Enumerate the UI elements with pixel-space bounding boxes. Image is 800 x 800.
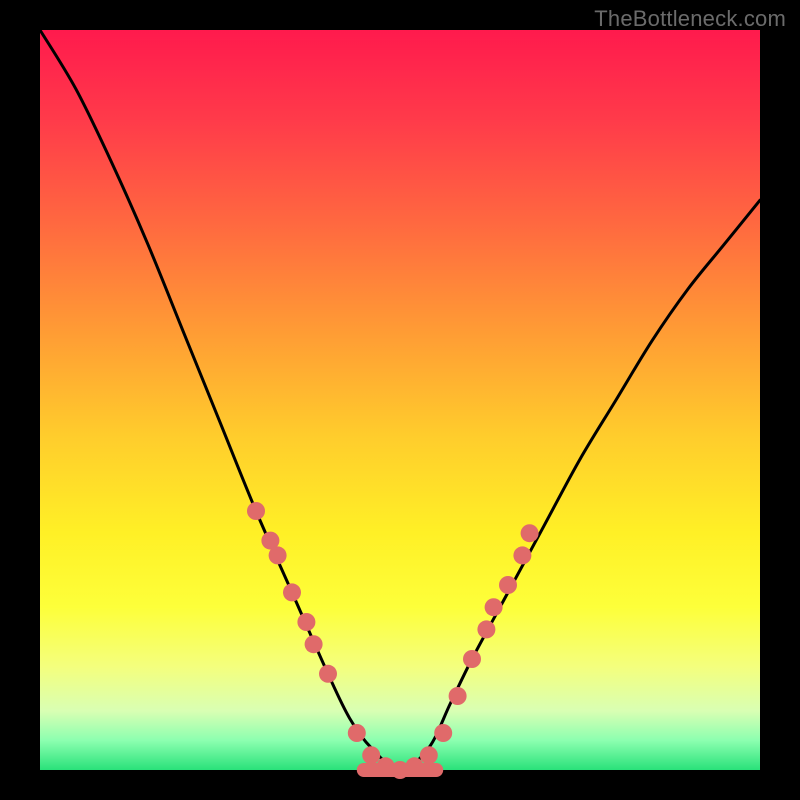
highlight-dot [420, 746, 438, 764]
highlight-dot [269, 546, 287, 564]
highlight-dot [463, 650, 481, 668]
highlight-dot [247, 502, 265, 520]
highlight-dot [297, 613, 315, 631]
plot-area [40, 30, 760, 770]
chart-svg [40, 30, 760, 770]
highlight-dots [247, 502, 539, 779]
highlight-dot [319, 665, 337, 683]
highlight-dot [485, 598, 503, 616]
highlight-dot [513, 546, 531, 564]
bottleneck-curve [40, 30, 760, 770]
highlight-dot [348, 724, 366, 742]
watermark-text: TheBottleneck.com [594, 6, 786, 32]
highlight-dot [434, 724, 452, 742]
highlight-dot [283, 583, 301, 601]
chart-frame: TheBottleneck.com [0, 0, 800, 800]
highlight-dot [477, 620, 495, 638]
highlight-dot [521, 524, 539, 542]
highlight-dot [362, 746, 380, 764]
highlight-dot [499, 576, 517, 594]
highlight-dot [449, 687, 467, 705]
highlight-dot [305, 635, 323, 653]
bottom-bar [357, 763, 443, 777]
